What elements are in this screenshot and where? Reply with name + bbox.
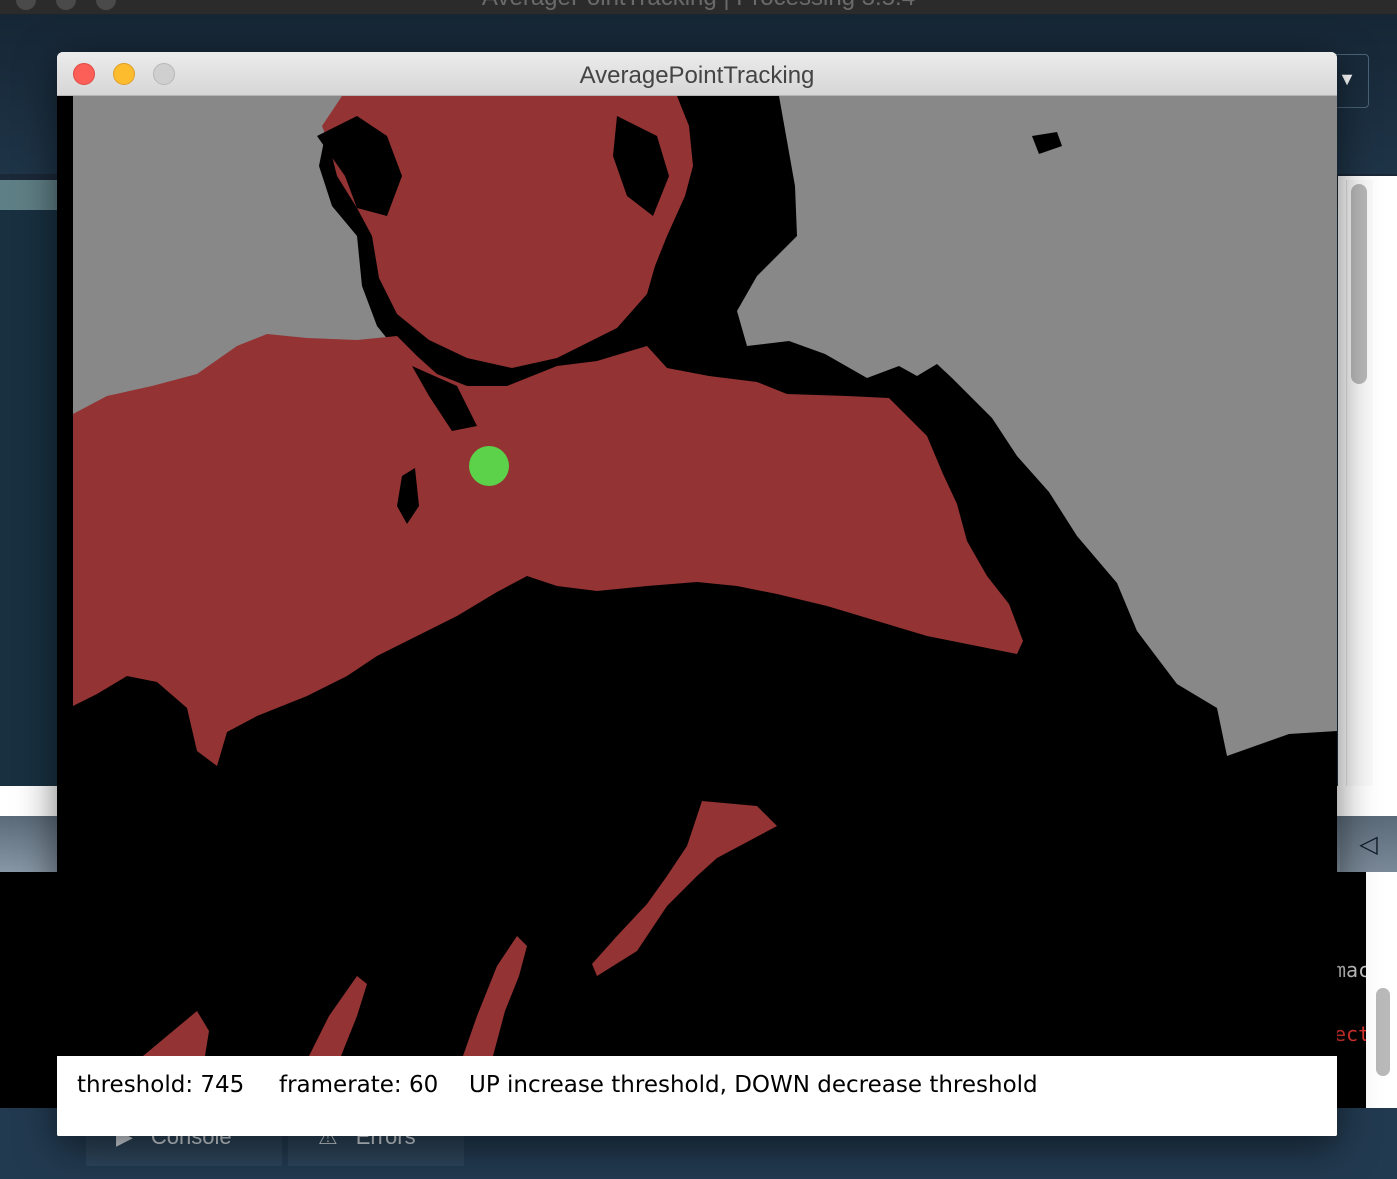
sketch-window: AveragePointTracking threshold: 745 fram…: [57, 52, 1337, 1136]
depth-image-canvas[interactable]: [57, 96, 1337, 1056]
tracked-average-point: [469, 446, 509, 486]
ide-titlebar: AveragePointTracking | Processing 3.5.4: [0, 0, 1397, 14]
collapse-console-icon[interactable]: ◁: [1340, 816, 1397, 872]
threshold-readout: threshold: 745: [77, 1072, 245, 1098]
editor-scrollbar-thumb[interactable]: [1351, 184, 1367, 384]
status-bar: threshold: 745 framerate: 60 UP increase…: [57, 1056, 1337, 1136]
instructions-text: UP increase threshold, DOWN decrease thr…: [469, 1072, 1038, 1098]
ide-window-title: AveragePointTracking | Processing 3.5.4: [0, 0, 1397, 12]
editor-tab[interactable]: [0, 180, 58, 210]
framerate-readout: framerate: 60: [279, 1072, 439, 1098]
console-line: mac: [1334, 958, 1371, 982]
console-scrollbar-thumb[interactable]: [1376, 988, 1390, 1076]
console-error-line: ect: [1334, 1022, 1371, 1046]
window-title: AveragePointTracking: [579, 62, 815, 89]
chevron-down-icon: ▼: [1338, 69, 1356, 89]
sketch-titlebar[interactable]: AveragePointTracking: [57, 52, 1337, 96]
line-number-gutter: [0, 210, 58, 790]
